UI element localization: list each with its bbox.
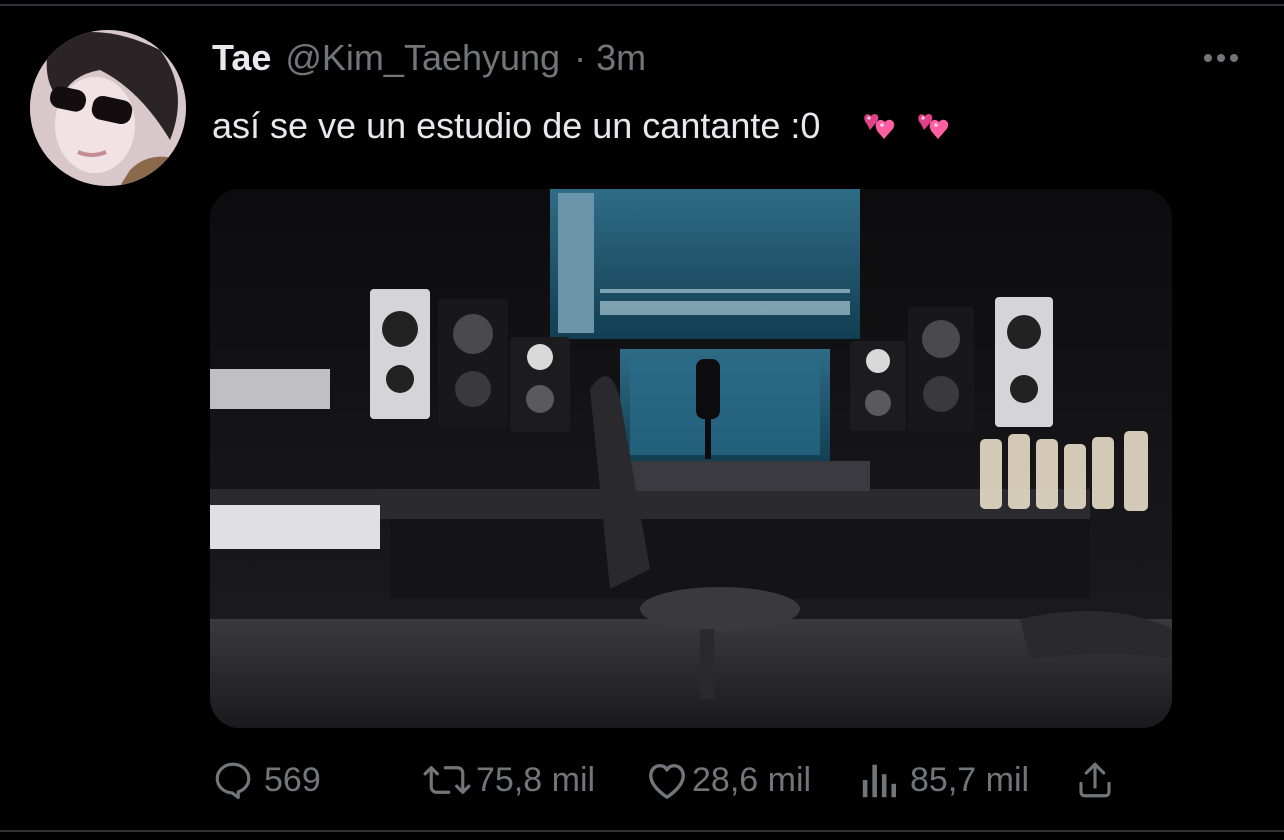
avatar-photo	[30, 30, 186, 186]
divider-top	[0, 4, 1284, 6]
reply-icon	[215, 762, 251, 800]
share-button[interactable]	[1074, 754, 1116, 806]
more-horizontal-icon[interactable]	[1198, 44, 1244, 72]
retweet-icon	[423, 766, 471, 794]
tweet-text: así se ve un estudio de un cantante :0	[212, 104, 952, 148]
display-name[interactable]: Tae	[212, 36, 271, 80]
views-button[interactable]: 85,7 mil	[860, 754, 1029, 806]
retweet-count: 75,8 mil	[476, 760, 596, 799]
like-count: 28,6 mil	[692, 760, 812, 799]
divider-bottom	[0, 830, 1284, 832]
views-count: 85,7 mil	[910, 760, 1030, 799]
reply-button[interactable]: 569	[212, 754, 321, 806]
like-button[interactable]: 28,6 mil	[644, 754, 811, 806]
tweet-container: Tae @Kim_Taehyung · 3m así se ve un estu…	[0, 0, 1284, 840]
separator-dot: ·	[574, 37, 587, 78]
tweet-header: Tae @Kim_Taehyung · 3m	[212, 36, 646, 80]
tweet-media-photo[interactable]	[210, 189, 1172, 728]
user-handle[interactable]: @Kim_Taehyung	[285, 36, 560, 80]
studio-photo	[210, 189, 1172, 728]
heart-icon	[649, 763, 685, 799]
two-hearts-emoji	[918, 113, 949, 139]
two-hearts-emoji	[864, 113, 895, 139]
views-chart-icon	[862, 764, 897, 798]
avatar[interactable]	[30, 30, 186, 186]
reply-count: 569	[264, 760, 321, 799]
action-bar: 569 75,8 mil 28,6 mil 85,7 mil	[212, 754, 1142, 806]
share-icon	[1079, 762, 1111, 798]
timestamp[interactable]: 3m	[596, 36, 646, 80]
retweet-button[interactable]: 75,8 mil	[422, 754, 595, 806]
tweet-text-content: así se ve un estudio de un cantante :0	[212, 105, 821, 146]
